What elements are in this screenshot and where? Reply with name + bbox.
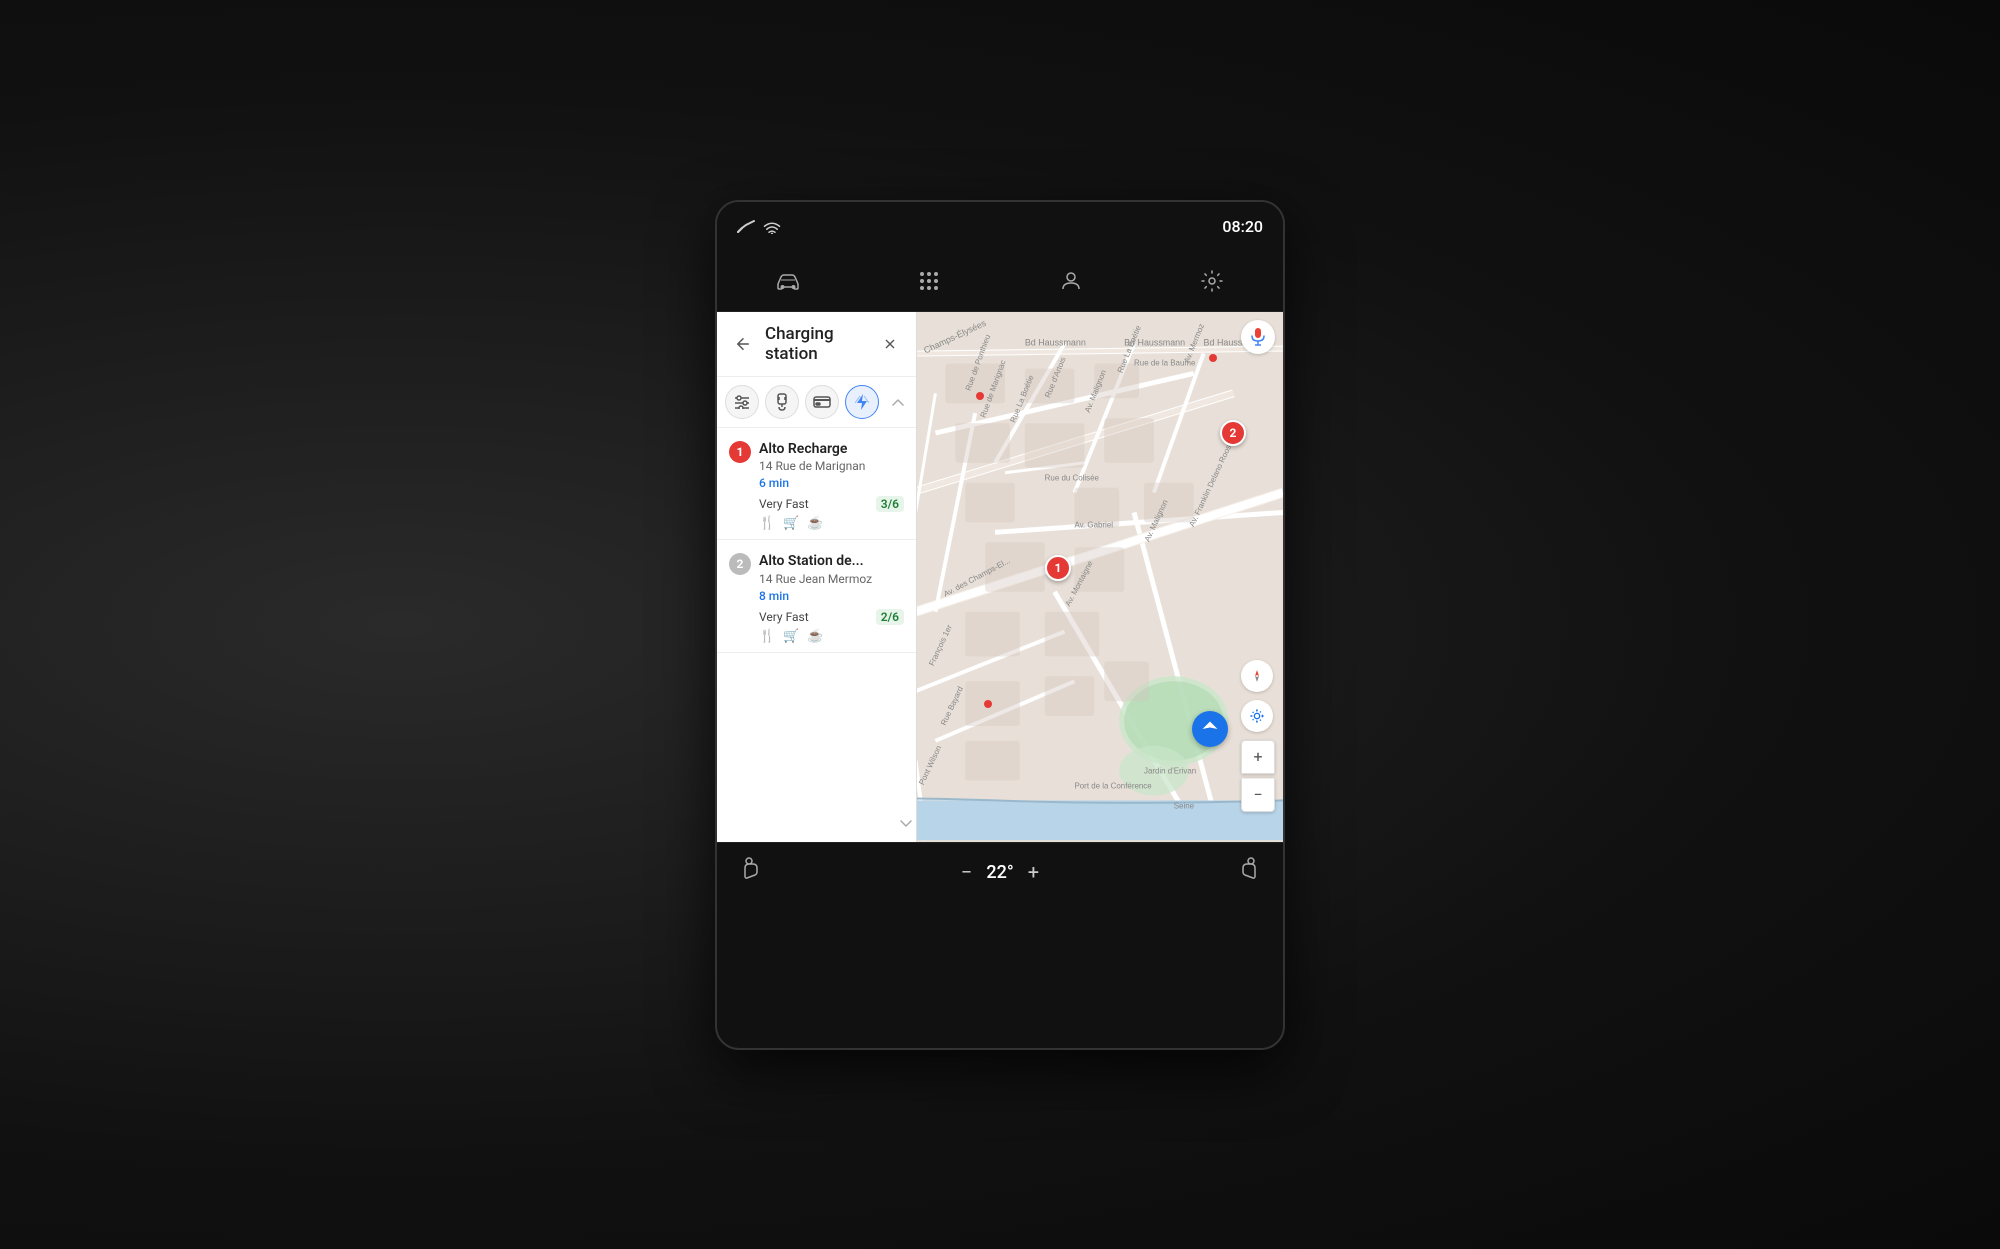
temp-control: − 22° + xyxy=(961,860,1039,884)
back-button[interactable] xyxy=(729,330,757,358)
svg-text:Rue du Colisée: Rue du Colisée xyxy=(1045,473,1100,482)
navigate-button[interactable] xyxy=(1192,711,1228,747)
nav-account-button[interactable] xyxy=(1053,263,1089,299)
station-2-header: 2 Alto Station de... 14 Rue Jean Mermoz … xyxy=(729,552,904,603)
location-button[interactable] xyxy=(1241,700,1273,732)
restaurant-icon: 🍴 xyxy=(759,516,775,531)
station-1-time: 6 min xyxy=(759,476,904,490)
voice-button[interactable] xyxy=(1241,320,1275,354)
station-1-info: Alto Recharge 14 Rue de Marignan 6 min xyxy=(759,440,904,491)
station-1-number: 1 xyxy=(729,441,751,463)
station-card-1[interactable]: 1 Alto Recharge 14 Rue de Marignan 6 min… xyxy=(717,428,916,541)
station-2-info: Alto Station de... 14 Rue Jean Mermoz 8 … xyxy=(759,552,904,603)
status-icons xyxy=(737,220,781,234)
svg-text:Bd Haussmann: Bd Haussmann xyxy=(1025,337,1086,347)
search-title: Charging station xyxy=(765,324,868,364)
station-2-speed: Very Fast xyxy=(759,610,809,624)
map-pin-2[interactable]: 2 xyxy=(1220,420,1246,446)
station-2-speed-row: Very Fast 2/6 xyxy=(759,609,904,625)
restaurant-icon-2: 🍴 xyxy=(759,629,775,644)
wifi-icon xyxy=(763,220,781,234)
station-1-address: 14 Rue de Marignan xyxy=(759,458,904,475)
nav-apps-button[interactable] xyxy=(911,263,947,299)
station-1-speed: Very Fast xyxy=(759,497,809,511)
main-content: Bd Haussmann Bd Haussmann Bd Haussmann R… xyxy=(717,312,1283,842)
filter-fastcharge-tab[interactable] xyxy=(845,385,879,419)
station-2-address: 14 Rue Jean Mermoz xyxy=(759,571,904,588)
map-pin-1[interactable]: 1 xyxy=(1045,555,1071,581)
svg-text:Port de la Conférence: Port de la Conférence xyxy=(1074,781,1152,790)
nav-settings-button[interactable] xyxy=(1194,263,1230,299)
search-panel: Charging station xyxy=(717,312,917,842)
temp-minus-button[interactable]: − xyxy=(961,860,972,884)
svg-text:Seine: Seine xyxy=(1174,801,1195,810)
zoom-out-button[interactable]: − xyxy=(1241,778,1275,812)
station-1-speed-row: Very Fast 3/6 xyxy=(759,496,904,512)
map-dot-3 xyxy=(984,700,992,708)
close-button[interactable] xyxy=(876,330,904,358)
filter-sliders-tab[interactable] xyxy=(725,385,759,419)
map-dot-1 xyxy=(1209,354,1217,362)
filter-evplug-tab[interactable] xyxy=(765,385,799,419)
status-bar: 08:20 xyxy=(717,202,1283,252)
station-1-amenities: 🍴 🛒 ☕ xyxy=(759,516,904,531)
station-2-time: 8 min xyxy=(759,589,904,603)
seat-left-icon[interactable] xyxy=(737,856,765,888)
scroll-down-indicator[interactable] xyxy=(896,814,916,834)
station-1-availability: 3/6 xyxy=(876,496,904,512)
svg-text:Rue de la Baume: Rue de la Baume xyxy=(1134,358,1196,367)
seat-right-icon[interactable] xyxy=(1235,856,1263,888)
shopping-icon-2: 🛒 xyxy=(783,629,799,644)
filter-tabs xyxy=(717,377,916,428)
station-1-header: 1 Alto Recharge 14 Rue de Marignan 6 min xyxy=(729,440,904,491)
results-list: 1 Alto Recharge 14 Rue de Marignan 6 min… xyxy=(717,428,916,654)
nav-car-button[interactable] xyxy=(770,263,806,299)
shopping-icon: 🛒 xyxy=(783,516,799,531)
station-2-availability: 2/6 xyxy=(876,609,904,625)
cafe-icon-2: ☕ xyxy=(807,629,823,644)
map-controls: + − xyxy=(1241,660,1275,812)
status-time: 08:20 xyxy=(1222,217,1263,236)
tablet-device: 08:20 xyxy=(715,200,1285,1050)
svg-text:Av. Gabriel: Av. Gabriel xyxy=(1074,520,1113,529)
bottom-bar: − 22° + xyxy=(717,842,1283,902)
station-2-number: 2 xyxy=(729,553,751,575)
search-header: Charging station xyxy=(717,312,916,377)
signal-icon xyxy=(737,220,755,234)
filter-card-tab[interactable] xyxy=(805,385,839,419)
compass-button[interactable] xyxy=(1241,660,1273,692)
station-2-amenities: 🍴 🛒 ☕ xyxy=(759,629,904,644)
zoom-in-button[interactable]: + xyxy=(1241,740,1275,774)
station-card-2[interactable]: 2 Alto Station de... 14 Rue Jean Mermoz … xyxy=(717,540,916,653)
temp-plus-button[interactable]: + xyxy=(1028,860,1039,884)
scroll-up-button[interactable] xyxy=(888,392,908,412)
svg-text:Jardin d'Erivan: Jardin d'Erivan xyxy=(1144,766,1196,775)
temp-display: 22° xyxy=(986,862,1013,883)
cafe-icon: ☕ xyxy=(807,516,823,531)
station-2-name: Alto Station de... xyxy=(759,552,904,570)
station-1-name: Alto Recharge xyxy=(759,440,904,458)
nav-bar xyxy=(717,252,1283,312)
map-dot-2 xyxy=(976,392,984,400)
